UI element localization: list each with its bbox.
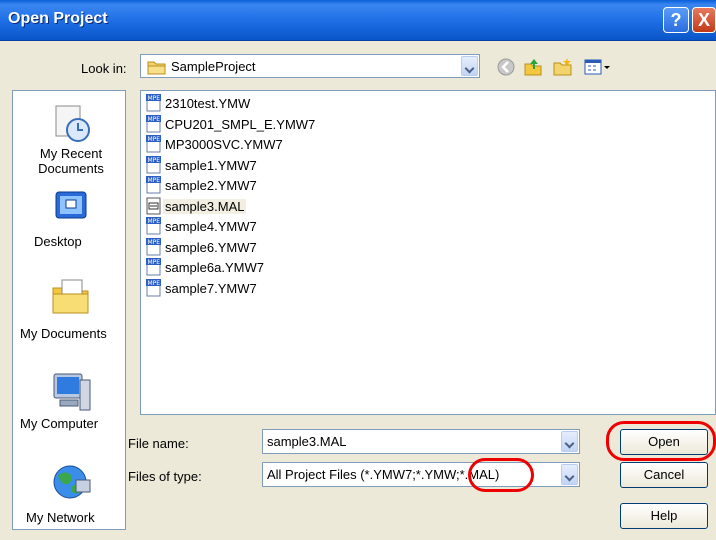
help-button[interactable]: Help — [620, 503, 708, 529]
place-desktop[interactable]: Desktop — [0, 190, 114, 260]
place-label: My Computer — [20, 416, 99, 431]
mpe-file-icon: MPE — [146, 278, 161, 296]
file-type-label: Files of type: — [128, 469, 202, 484]
window-title: Open Project — [8, 10, 108, 27]
file-name: sample3.MAL — [163, 198, 247, 214]
place-my-computer[interactable]: My Computer — [0, 370, 114, 440]
file-name: sample6.YMW7 — [165, 239, 257, 255]
place-label: My Documents — [20, 326, 107, 341]
look-in-combo[interactable]: SampleProject — [140, 54, 480, 78]
file-type-combo[interactable]: All Project Files (*.YMW7;*.YMW;*.MAL) — [262, 462, 580, 487]
folder-icon — [147, 61, 166, 75]
chevron-down-icon[interactable] — [461, 56, 478, 76]
svg-text:MPE: MPE — [148, 116, 161, 123]
svg-text:MPE: MPE — [148, 280, 161, 287]
svg-text:MPE: MPE — [148, 259, 161, 266]
svg-text:MPE: MPE — [148, 239, 161, 246]
file-name-value[interactable]: sample3.MAL — [267, 434, 346, 449]
svg-text:MPE: MPE — [148, 177, 161, 184]
place-recent-documents[interactable]: My Recent Documents — [0, 104, 114, 184]
file-name: sample1.YMW7 — [165, 157, 257, 173]
file-name: sample4.YMW7 — [165, 219, 257, 234]
mpe-file-icon: MPE — [146, 135, 161, 153]
file-name: CPU201_SMPL_E.YMW7 — [165, 116, 316, 132]
file-type-value: All Project Files (*.YMW7;*.YMW;*.MAL) — [267, 467, 500, 482]
recent-documents-icon — [55, 105, 90, 142]
file-name: MP3000SVC.YMW7 — [165, 137, 283, 152]
title-bar: Open Project ? X — [0, 0, 716, 41]
open-button[interactable]: Open — [620, 429, 708, 455]
svg-text:MPE: MPE — [148, 95, 161, 102]
mpe-file-icon: MPE — [146, 258, 161, 276]
place-label: My Recent Documents — [38, 146, 104, 176]
place-my-network[interactable]: My Network — [0, 460, 114, 530]
look-in-label: Look in: — [81, 61, 127, 76]
new-folder-icon[interactable] — [552, 56, 574, 78]
look-in-value: SampleProject — [171, 59, 256, 74]
file-name: sample2.YMW7 — [165, 178, 257, 193]
mpe-file-icon: MPE — [146, 217, 161, 235]
help-title-button[interactable]: ? — [663, 7, 689, 33]
mpe-file-icon: MPE — [146, 176, 161, 194]
mpe-file-icon: MPE — [146, 237, 161, 255]
file-name-label: File name: — [128, 436, 189, 451]
view-menu-icon[interactable] — [582, 56, 612, 78]
svg-text:MPE: MPE — [148, 136, 161, 143]
chevron-down-icon[interactable] — [561, 464, 578, 485]
desktop-icon — [55, 191, 87, 219]
mpe-file-icon: MPE — [146, 94, 161, 112]
file-name: sample6a.YMW7 — [165, 260, 264, 275]
my-network-icon — [53, 465, 91, 499]
place-label: Desktop — [34, 234, 82, 249]
chevron-down-icon[interactable] — [561, 431, 578, 452]
place-label: My Network — [26, 510, 95, 525]
file-name-field[interactable]: sample3.MAL — [262, 429, 580, 454]
close-button[interactable]: X — [692, 7, 716, 33]
file-name: sample7.YMW7 — [165, 280, 257, 296]
place-my-documents[interactable]: My Documents — [0, 276, 114, 346]
mpe-file-icon: MPE — [146, 114, 161, 132]
cancel-button[interactable]: Cancel — [620, 462, 708, 488]
mal-file-icon — [146, 197, 161, 214]
mpe-file-icon: MPE — [146, 155, 161, 173]
svg-text:MPE: MPE — [148, 157, 161, 164]
my-computer-icon — [53, 373, 91, 411]
back-icon[interactable] — [495, 56, 517, 78]
my-documents-icon — [52, 279, 89, 314]
file-name: 2310test.YMW — [165, 96, 251, 111]
svg-text:MPE: MPE — [148, 218, 161, 225]
up-folder-icon[interactable] — [522, 56, 544, 78]
